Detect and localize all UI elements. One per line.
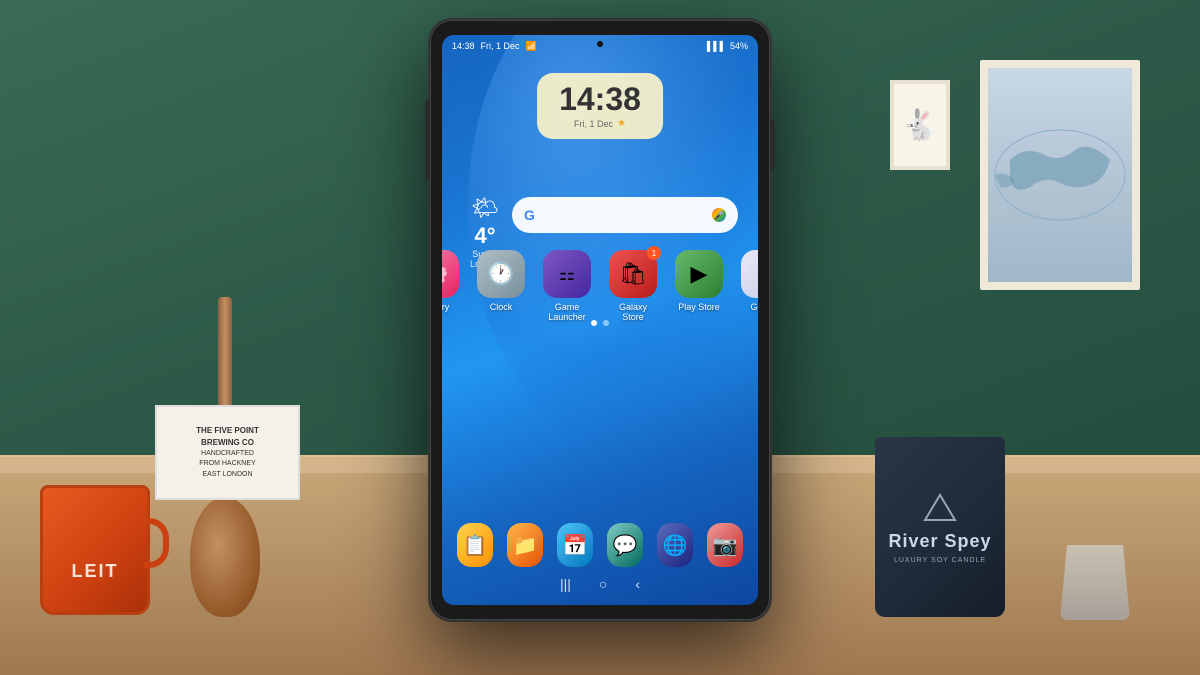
back-button[interactable]: ‹ [635, 576, 640, 592]
plant-pot [1060, 545, 1130, 620]
weather-icon: 🌤 [470, 195, 500, 221]
galaxy-store-icon: 🛍 1 [609, 250, 657, 298]
game-launcher-label: Game Launcher [548, 302, 586, 322]
nav-bar: ||| ○ ‹ [442, 571, 758, 597]
recent-apps-button[interactable]: ||| [560, 576, 571, 592]
mountain-icon [920, 490, 960, 525]
dock-files[interactable]: 📁 [507, 523, 543, 567]
dock-internet[interactable]: 🌐 [657, 523, 693, 567]
apps-grid: 🌸 Gallery 🕐 Clock ⚏ Game Launcher 🛍 1 [442, 250, 758, 322]
orange-mug [40, 485, 150, 615]
dock-calendar[interactable]: 📅 [557, 523, 593, 567]
clock-star: ★ [617, 118, 626, 129]
mic-icon[interactable]: 🎤 [712, 208, 726, 222]
game-launcher-icon: ⚏ [543, 250, 591, 298]
play-store-icon: ▶ [675, 250, 723, 298]
dock-notes[interactable]: 📋 [457, 523, 493, 567]
battery-level: 54% [730, 41, 748, 51]
guitar-body [190, 497, 260, 617]
world-poster [980, 60, 1140, 290]
clock-icon: 🕐 [477, 250, 525, 298]
google-app-icon: G [741, 250, 758, 298]
status-left: 14:38 Fri, 1 Dec 📶 [452, 41, 537, 52]
candle-subtitle: LUXURY SOY CANDLE [894, 557, 986, 564]
clock-time: 14:38 [559, 83, 641, 115]
signal-icon: ▌▌▌ [707, 41, 726, 51]
tablet-screen[interactable]: 14:38 Fri, 1 Dec 📶 ▌▌▌ 54% 14:38 Fri, 1 … [442, 35, 758, 605]
app-game-launcher[interactable]: ⚏ Game Launcher [543, 250, 591, 322]
candle: River Spey LUXURY SOY CANDLE [875, 437, 1005, 617]
world-map-svg [990, 125, 1130, 225]
weather-temperature: 4° [470, 223, 500, 249]
status-date: Fri, 1 Dec [481, 41, 520, 51]
page-dots [591, 320, 609, 326]
app-play-store[interactable]: ▶ Play Store [675, 250, 723, 322]
dock: 📋 📁 📅 💬 🌐 📷 [442, 523, 758, 567]
status-right: ▌▌▌ 54% [707, 41, 748, 51]
galaxy-store-label: Galaxy Store [609, 302, 657, 322]
app-galaxy-store[interactable]: 🛍 1 Galaxy Store [609, 250, 657, 322]
clock-label: Clock [490, 302, 513, 312]
app-clock[interactable]: 🕐 Clock [477, 250, 525, 322]
notification-badge: 1 [647, 246, 661, 260]
gallery-label: Gallery [442, 302, 449, 312]
front-camera [597, 41, 603, 47]
candle-brand: River Spey [888, 531, 991, 553]
google-label: Google [750, 302, 758, 312]
status-time: 14:38 [452, 41, 475, 51]
app-google[interactable]: G Google [741, 250, 758, 322]
gallery-icon: 🌸 [442, 250, 459, 298]
wifi-icon: 📶 [526, 41, 537, 52]
dot-2 [603, 320, 609, 326]
app-gallery[interactable]: 🌸 Gallery [442, 250, 459, 322]
brewing-sign: THE FIVE POINT BREWING CO HANDCRAFTED FR… [155, 405, 300, 500]
google-g-logo: G [524, 207, 535, 223]
tablet-device: 14:38 Fri, 1 Dec 📶 ▌▌▌ 54% 14:38 Fri, 1 … [430, 20, 770, 620]
google-search-bar[interactable]: G 🎤 [512, 197, 738, 233]
world-map [988, 68, 1132, 282]
clock-date: Fri, 1 Dec ★ [559, 118, 641, 129]
clock-widget[interactable]: 14:38 Fri, 1 Dec ★ [537, 73, 663, 139]
dock-camera[interactable]: 📷 [707, 523, 743, 567]
dock-messages[interactable]: 💬 [607, 523, 643, 567]
home-button[interactable]: ○ [599, 576, 607, 592]
dot-1 [591, 320, 597, 326]
rabbit-poster: 🐇 [890, 80, 950, 170]
play-store-label: Play Store [678, 302, 720, 312]
